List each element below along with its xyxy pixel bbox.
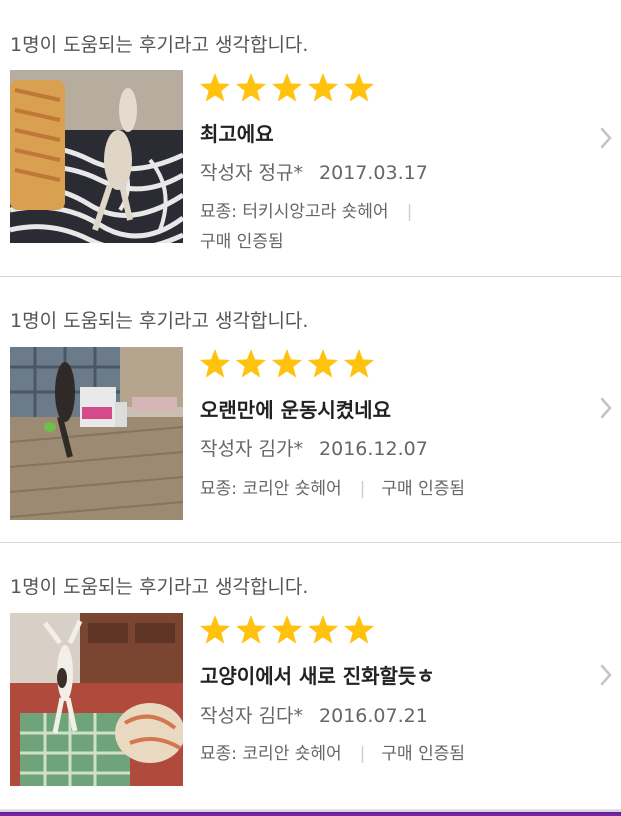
bottom-accent-bar — [0, 809, 621, 816]
review-title: 오랜만에 운동시켰네요 — [200, 398, 391, 422]
review-breed-line: 묘종: 코리안 숏헤어 | 구매 인증됨 — [200, 739, 465, 764]
author-label: 작성자 — [200, 705, 253, 727]
review-title: 최고에요 — [200, 122, 274, 146]
verified-line: 구매 인증됨 — [200, 227, 284, 252]
star-icon — [198, 614, 232, 646]
review-photo-thumbnail[interactable] — [10, 70, 183, 243]
review-author-line: 작성자 김가* 2016.12.07 — [200, 434, 428, 461]
review-title: 고양이에서 새로 진화할듯ㅎ — [200, 664, 435, 688]
breed-text: 묘종: 코리안 숏헤어 — [200, 744, 342, 764]
review-card[interactable]: 1명이 도움되는 후기라고 생각합니다. 고양이에서 새로 진화할듯ㅎ 작성자 … — [0, 543, 621, 809]
helpful-text: 1명이 도움되는 후기라고 생각합니다. — [10, 34, 309, 56]
helpful-text: 1명이 도움되는 후기라고 생각합니다. — [10, 310, 309, 332]
star-icon — [270, 348, 304, 380]
star-icon — [342, 72, 376, 104]
helpful-text: 1명이 도움되는 후기라고 생각합니다. — [10, 576, 309, 598]
review-card[interactable]: 1명이 도움되는 후기라고 생각합니다. 오랜만에 운동시켰네요 작성자 김가*… — [0, 277, 621, 542]
star-icon — [342, 348, 376, 380]
star-rating — [198, 614, 376, 646]
star-icon — [198, 348, 232, 380]
star-icon — [234, 72, 268, 104]
breed-text: 묘종: 코리안 숏헤어 — [200, 479, 342, 499]
author-label: 작성자 — [200, 438, 253, 460]
verified-badge: 구매 인증됨 — [200, 232, 284, 252]
review-author-line: 작성자 정규* 2017.03.17 — [200, 158, 428, 185]
author-name: 김다* — [258, 705, 303, 727]
breed-text: 묘종: 터키시앙고라 숏헤어 — [200, 202, 389, 222]
separator: | — [359, 744, 366, 764]
star-icon — [270, 72, 304, 104]
chevron-right-icon[interactable] — [599, 396, 613, 420]
star-rating — [198, 72, 376, 104]
star-icon — [270, 614, 304, 646]
star-icon — [306, 348, 340, 380]
review-author-line: 작성자 김다* 2016.07.21 — [200, 701, 428, 728]
chevron-right-icon[interactable] — [599, 126, 613, 150]
author-name: 김가* — [258, 438, 303, 460]
verified-badge: 구매 인증됨 — [381, 479, 465, 499]
star-icon — [198, 72, 232, 104]
separator: | — [359, 479, 366, 499]
review-card[interactable]: 1명이 도움되는 후기라고 생각합니다. 최고에요 작성자 정규* 2017.0… — [0, 0, 621, 276]
star-icon — [234, 614, 268, 646]
review-breed-line: 묘종: 코리안 숏헤어 | 구매 인증됨 — [200, 474, 465, 499]
review-photo-thumbnail[interactable] — [10, 347, 183, 520]
author-name: 정규* — [258, 162, 303, 184]
review-breed-line: 묘종: 터키시앙고라 숏헤어 | — [200, 197, 428, 222]
star-icon — [234, 348, 268, 380]
star-rating — [198, 348, 376, 380]
review-date: 2017.03.17 — [319, 162, 428, 184]
review-date: 2016.12.07 — [319, 438, 428, 460]
star-icon — [306, 614, 340, 646]
separator: | — [406, 202, 413, 222]
star-icon — [306, 72, 340, 104]
review-photo-thumbnail[interactable] — [10, 613, 183, 786]
verified-badge: 구매 인증됨 — [381, 744, 465, 764]
star-icon — [342, 614, 376, 646]
review-date: 2016.07.21 — [319, 705, 428, 727]
author-label: 작성자 — [200, 162, 253, 184]
chevron-right-icon[interactable] — [599, 663, 613, 687]
